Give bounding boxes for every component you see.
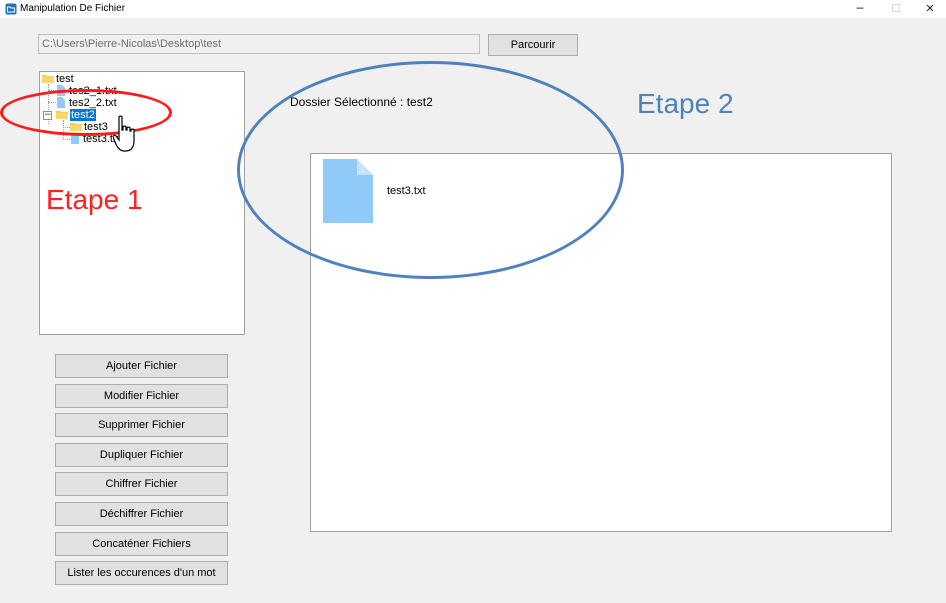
path-input[interactable] bbox=[38, 34, 480, 54]
maximize-button[interactable]: ☐ bbox=[878, 0, 914, 18]
add-file-button[interactable]: Ajouter Fichier bbox=[55, 354, 228, 378]
decrypt-file-button[interactable]: Déchiffrer Fichier bbox=[55, 502, 228, 526]
duplicate-file-button[interactable]: Dupliquer Fichier bbox=[55, 443, 228, 467]
app-folder-icon bbox=[5, 3, 17, 15]
hand-cursor-icon bbox=[113, 115, 135, 152]
encrypt-file-button[interactable]: Chiffrer Fichier bbox=[55, 472, 228, 496]
window-title: Manipulation De Fichier bbox=[20, 3, 126, 14]
browse-button[interactable]: Parcourir bbox=[488, 34, 578, 56]
list-word-occurrences-button[interactable]: Lister les occurences d'un mot bbox=[55, 561, 228, 585]
close-button[interactable]: ✕ bbox=[912, 0, 946, 18]
minimize-button[interactable]: ─ bbox=[842, 0, 878, 18]
concatenate-files-button[interactable]: Concaténer Fichiers bbox=[55, 532, 228, 556]
modify-file-button[interactable]: Modifier Fichier bbox=[55, 384, 228, 408]
tree-connector bbox=[63, 139, 70, 140]
step2-highlight-ellipse bbox=[237, 61, 624, 279]
step1-highlight-ellipse bbox=[0, 89, 172, 136]
title-bar: Manipulation De Fichier ─ ☐ ✕ bbox=[0, 0, 946, 18]
step1-annotation: Etape 1 bbox=[46, 184, 143, 215]
delete-file-button[interactable]: Supprimer Fichier bbox=[55, 413, 228, 437]
step2-annotation: Etape 2 bbox=[637, 88, 734, 119]
folder-icon bbox=[42, 75, 54, 83]
tree-node-label: test bbox=[56, 72, 74, 85]
